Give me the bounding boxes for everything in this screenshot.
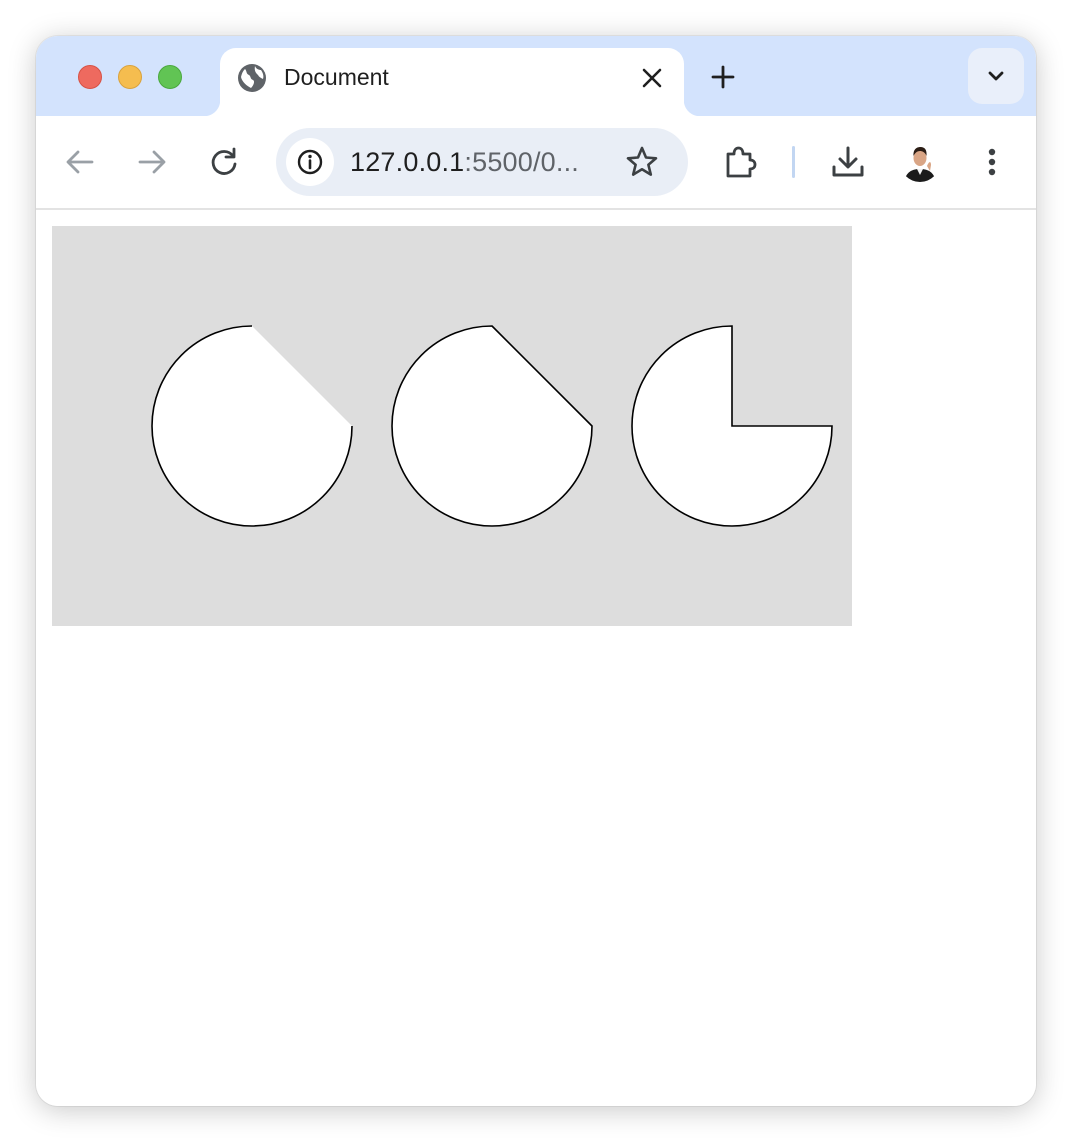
forward-arrow-icon[interactable] <box>132 142 172 182</box>
address-bar[interactable]: 127.0.0.1:5500/0... <box>276 128 688 196</box>
globe-icon <box>236 62 268 94</box>
extensions-icon[interactable] <box>720 142 760 182</box>
pie-shape-3 <box>631 325 833 527</box>
toolbar-divider <box>792 146 795 178</box>
shapes-svg <box>151 325 833 527</box>
download-icon[interactable] <box>828 142 868 182</box>
tab-document[interactable]: Document <box>204 48 700 116</box>
minimize-window-button[interactable] <box>118 65 142 89</box>
browser-window: Document 127.0.0.1:5500/0... <box>36 36 1036 1106</box>
site-info-button[interactable] <box>286 138 334 186</box>
tab-title: Document <box>284 64 389 90</box>
pie-shape-2 <box>391 325 593 527</box>
close-window-button[interactable] <box>78 65 102 89</box>
close-tab-icon[interactable] <box>638 64 666 92</box>
tab-search-button[interactable] <box>968 48 1024 104</box>
url-host: 127.0.0.1 <box>350 147 465 177</box>
browser-toolbar: 127.0.0.1:5500/0... <box>36 116 1036 210</box>
maximize-window-button[interactable] <box>158 65 182 89</box>
page-content <box>36 210 1036 1106</box>
new-tab-icon[interactable] <box>706 60 740 94</box>
back-arrow-icon[interactable] <box>60 142 100 182</box>
star-icon[interactable] <box>622 142 662 182</box>
pie-shape-1 <box>152 326 352 526</box>
more-vert-icon[interactable] <box>972 142 1012 182</box>
url-path: :5500/0... <box>464 147 579 177</box>
tab-strip: Document <box>36 36 1036 116</box>
reload-icon[interactable] <box>204 142 244 182</box>
url-text[interactable]: 127.0.0.1:5500/0... <box>350 147 579 177</box>
profile-avatar[interactable] <box>900 142 940 182</box>
canvas-area <box>52 226 852 626</box>
